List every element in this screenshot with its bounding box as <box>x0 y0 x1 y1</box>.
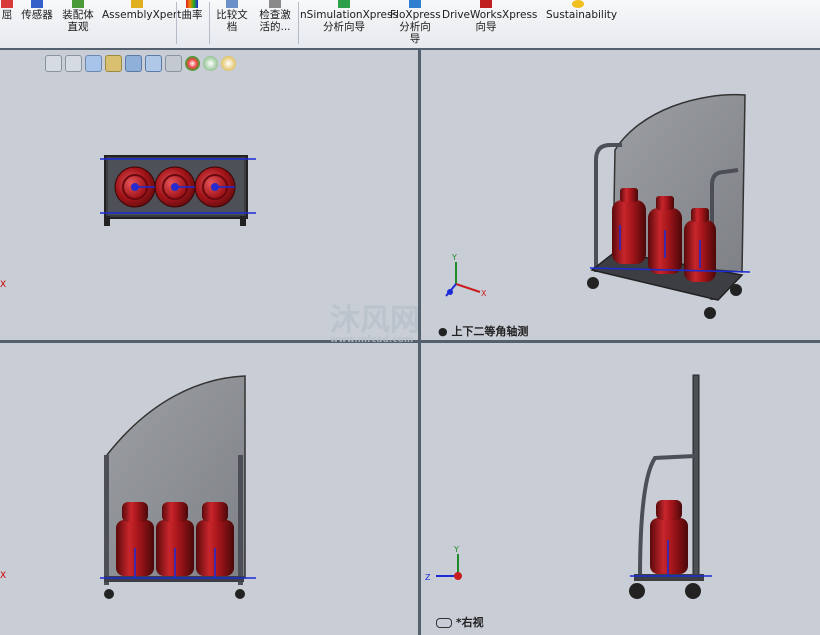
caster <box>104 216 110 226</box>
caster <box>240 216 246 226</box>
viewport-label-top-right: ● 上下二等角轴测 <box>438 325 529 338</box>
caster-wheel <box>587 277 599 289</box>
frame-post <box>238 455 243 585</box>
right-view-model <box>629 374 712 599</box>
isometric-view-model <box>587 93 751 319</box>
link-views-icon <box>436 618 452 628</box>
caster-wheel <box>704 307 716 319</box>
base-rail <box>104 576 244 582</box>
caster-wheel <box>629 583 645 599</box>
triad-x-label: X <box>481 289 487 298</box>
back-panel-edge <box>692 374 700 576</box>
axis-marker-x: X <box>0 571 7 581</box>
triad-y-label: Y <box>453 545 459 554</box>
watermark: 沐风网 www.mfcad.com <box>330 303 420 345</box>
triad-y-label: Y <box>451 253 457 262</box>
front-view-model <box>100 375 256 599</box>
view-triad-right <box>436 554 462 580</box>
base-rail <box>634 574 704 581</box>
caster-wheel <box>104 589 114 599</box>
frame-post <box>104 455 109 585</box>
axis-marker-x: X <box>0 280 7 290</box>
view-triad-iso <box>445 262 481 297</box>
caster-wheel <box>730 284 742 296</box>
triad-z-label: Z <box>425 573 431 582</box>
viewport-label-bottom-right: *右视 <box>436 614 484 630</box>
caster-wheel <box>235 589 245 599</box>
cylinder-right <box>650 500 688 574</box>
caster-wheel <box>685 583 701 599</box>
top-view-model <box>100 155 256 226</box>
